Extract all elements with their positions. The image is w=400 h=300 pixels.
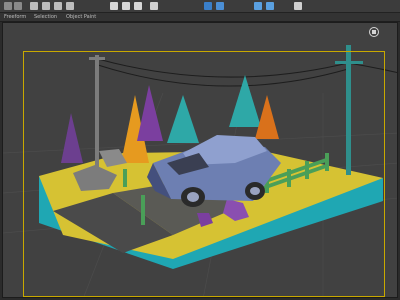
redo-icon[interactable] (14, 2, 22, 10)
snap-icon[interactable] (110, 2, 118, 10)
scale-icon[interactable] (66, 2, 74, 10)
align-icon[interactable] (204, 2, 212, 10)
angle-snap-icon[interactable] (122, 2, 130, 10)
percent-snap-icon[interactable] (134, 2, 142, 10)
ribbon-bar: Freeform Selection Object Paint (0, 13, 400, 22)
layer-icon[interactable] (216, 2, 224, 10)
material-editor-icon[interactable] (294, 2, 302, 10)
render-icon[interactable] (266, 2, 274, 10)
viewcube-icon[interactable] (369, 27, 379, 37)
main-toolbar (0, 0, 400, 13)
perspective-viewport[interactable] (2, 22, 398, 298)
tab-selection[interactable]: Selection (34, 13, 57, 21)
tab-object-paint[interactable]: Object Paint (66, 13, 96, 21)
mirror-icon[interactable] (150, 2, 158, 10)
tab-freeform[interactable]: Freeform (4, 13, 26, 21)
safe-frame (23, 51, 385, 297)
undo-icon[interactable] (4, 2, 12, 10)
select-icon[interactable] (30, 2, 38, 10)
move-icon[interactable] (42, 2, 50, 10)
render-setup-icon[interactable] (254, 2, 262, 10)
rotate-icon[interactable] (54, 2, 62, 10)
